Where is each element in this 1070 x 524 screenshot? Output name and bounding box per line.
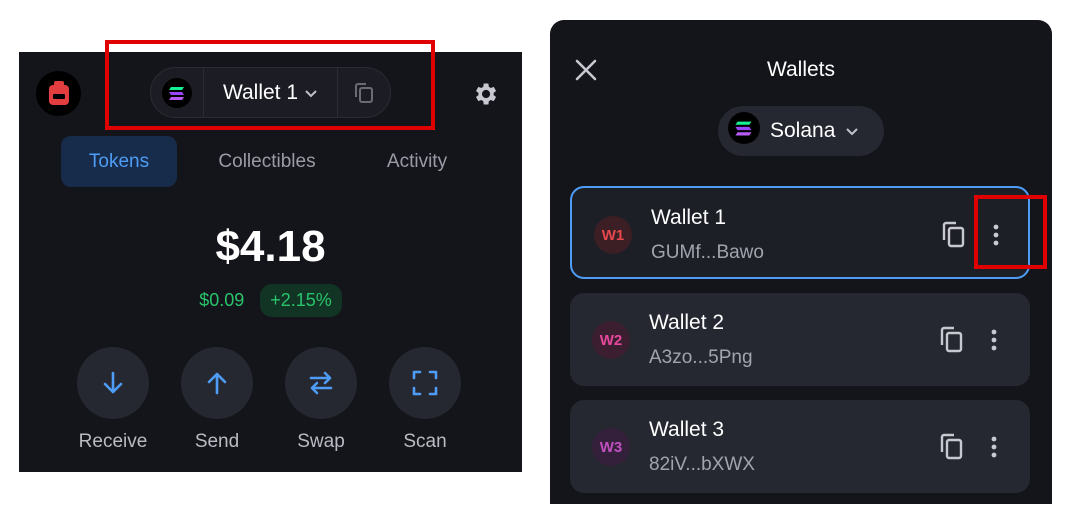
chain-selector[interactable]: Solana: [718, 106, 884, 156]
copy-icon[interactable]: [938, 218, 970, 252]
tab-bar: Tokens Collectibles Activity: [61, 136, 477, 187]
balance-change: $0.09 +2.15%: [19, 284, 522, 317]
chevron-down-icon: [845, 119, 859, 143]
solana-chain-icon: [728, 112, 760, 150]
copy-icon[interactable]: [936, 430, 968, 464]
wallet-address: 82iV...bXWX: [649, 454, 755, 475]
tab-activity[interactable]: Activity: [357, 136, 477, 187]
send-label: Send: [194, 431, 240, 452]
wallet-avatar: W1: [594, 216, 632, 254]
arrow-down-icon[interactable]: [77, 347, 149, 419]
swap-button[interactable]: Swap: [284, 347, 358, 453]
wallet-address: GUMf...Bawo: [651, 242, 764, 263]
wallet-avatar: W2: [592, 321, 630, 359]
modal-title: Wallets: [766, 58, 836, 81]
change-percent-badge: +2.15%: [260, 284, 342, 317]
swap-icon[interactable]: [285, 347, 357, 419]
send-button[interactable]: Send: [180, 347, 254, 453]
action-buttons: Receive Send Swap Scan: [76, 347, 462, 453]
wallet-row[interactable]: W1 Wallet 1 GUMf...Bawo: [570, 186, 1030, 279]
total-balance: $4.18: [215, 222, 326, 271]
wallet-avatar: W3: [592, 428, 630, 466]
wallet-row[interactable]: W3 Wallet 3 82iV...bXWX: [570, 400, 1030, 493]
more-options-icon[interactable]: [984, 323, 1004, 357]
change-usd: $0.09: [199, 290, 245, 310]
receive-label: Receive: [78, 431, 148, 452]
highlight-box: [974, 195, 1047, 269]
swap-label: Swap: [297, 431, 345, 452]
wallet-name: Wallet 1: [651, 206, 727, 229]
copy-icon[interactable]: [936, 323, 968, 357]
wallet-name: Wallet 2: [649, 311, 725, 334]
tab-collectibles[interactable]: Collectibles: [177, 136, 357, 187]
arrow-up-icon[interactable]: [181, 347, 253, 419]
chain-name: Solana: [770, 119, 836, 142]
wallet-address: A3zo...5Png: [649, 347, 753, 368]
scan-button[interactable]: Scan: [388, 347, 462, 453]
highlight-box: [105, 40, 435, 130]
backpack-logo-icon[interactable]: [36, 71, 81, 116]
scan-icon[interactable]: [389, 347, 461, 419]
receive-button[interactable]: Receive: [76, 347, 150, 453]
scan-label: Scan: [403, 431, 447, 452]
wallet-name: Wallet 3: [649, 418, 725, 441]
more-options-icon[interactable]: [984, 430, 1004, 464]
settings-gear-icon[interactable]: [471, 80, 499, 108]
tab-tokens[interactable]: Tokens: [61, 136, 177, 187]
wallet-row[interactable]: W2 Wallet 2 A3zo...5Png: [570, 293, 1030, 386]
